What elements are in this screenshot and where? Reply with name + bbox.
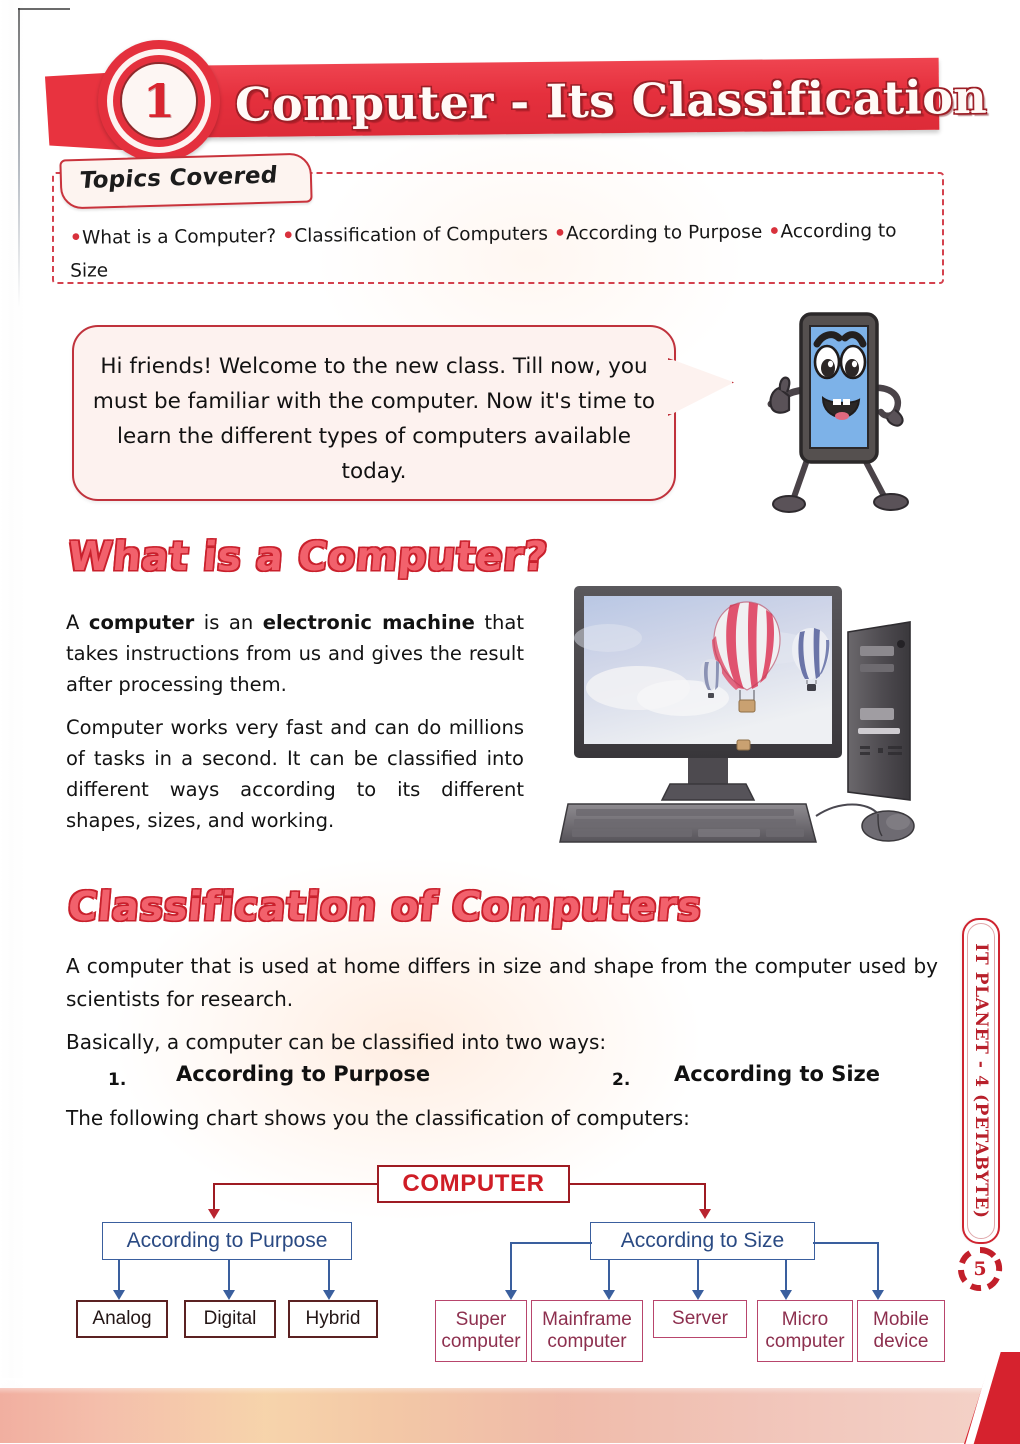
page-bottom-band [0, 1388, 1020, 1443]
page-bottom-fade [0, 1378, 1020, 1394]
scan-corner-mark-vertical [18, 8, 20, 308]
chart-line-root-right-drop [704, 1183, 707, 1211]
bullet-dot-icon: • [553, 222, 567, 245]
desktop-computer-image [548, 578, 948, 853]
chart-node-mobile-device: Mobile device [857, 1300, 945, 1362]
list-item-according-to-purpose: According to Purpose [176, 1062, 431, 1086]
chart-node-micro-line1: Micro [781, 1309, 829, 1330]
chart-arrow-to-purpose [208, 1209, 220, 1219]
chart-line-analog [118, 1260, 120, 1292]
chart-arrow-mobile [872, 1290, 884, 1300]
paragraph-computer-speed: Computer works very fast and can do mill… [66, 716, 524, 832]
chart-arrow-server [692, 1290, 704, 1300]
p1-part-a: A [66, 611, 89, 634]
chart-node-mobile-line2: device [873, 1331, 929, 1352]
chart-line-server [697, 1260, 699, 1292]
textbook-page: Computer - Its Classification 1 Topics C… [0, 0, 1020, 1444]
chart-arrow-mainframe [603, 1290, 615, 1300]
chart-line-mainframe [608, 1260, 610, 1292]
chart-node-mobile-line1: Mobile [873, 1309, 929, 1330]
chart-arrow-super [505, 1290, 517, 1300]
tablet-mascot-character [745, 300, 935, 515]
classification-flowchart: COMPUTER According to Purpose According … [60, 1150, 950, 1365]
chart-node-computer: COMPUTER [377, 1165, 570, 1203]
chart-line-mobile-drop [877, 1242, 879, 1292]
list-item-according-to-size: According to Size [674, 1062, 881, 1086]
p1-bold-computer: computer [88, 611, 195, 634]
paragraph-chart-intro: The following chart shows you the classi… [66, 1106, 690, 1130]
scan-corner-mark-horizontal [18, 8, 70, 10]
page-number: 5 [973, 1258, 987, 1280]
book-title-label: IT PLANET - 4 (PETABYTE) [971, 943, 991, 1219]
bullet-dot-icon: • [768, 220, 781, 243]
chart-node-super-computer: Super computer [435, 1300, 527, 1362]
topic-item-0: What is a Computer? [81, 225, 277, 249]
chart-node-super-line1: Super [455, 1309, 507, 1330]
chapter-number: 1 [142, 74, 175, 128]
chart-node-hybrid: Hybrid [288, 1300, 378, 1338]
chart-arrow-micro [780, 1290, 792, 1300]
chart-node-super-line2: computer [441, 1331, 521, 1352]
speech-bubble-tail [668, 358, 734, 416]
bullet-dot-icon: • [282, 224, 295, 247]
topic-item-2: According to Purpose [565, 221, 763, 245]
chart-node-micro-computer: Micro computer [757, 1300, 853, 1362]
page-left-edge [0, 0, 26, 1443]
chart-node-mainframe-line1: Mainframe [542, 1309, 632, 1330]
chart-node-mainframe-line2: computer [547, 1331, 627, 1352]
paragraph-computer-definition: A computer is an electronic machine that… [66, 607, 524, 700]
chart-line-root-left [213, 1183, 379, 1186]
paragraph-classification-intro: A computer that is used at home differs … [66, 954, 938, 1011]
chart-node-digital: Digital [184, 1300, 276, 1338]
mascot-speech-text: Hi friends! Welcome to the new class. Ti… [92, 354, 656, 484]
chart-node-analog: Analog [76, 1300, 168, 1338]
chart-line-size-bus-left [510, 1242, 592, 1244]
p1-bold-electronic-machine: electronic machine [262, 611, 475, 634]
mascot-speech-bubble: Hi friends! Welcome to the new class. Ti… [72, 325, 676, 501]
chart-node-micro-line2: computer [765, 1331, 845, 1352]
chart-line-size-bus-right [813, 1242, 879, 1244]
chart-arrow-analog [113, 1290, 125, 1300]
paragraph-two-ways: Basically, a computer can be classified … [66, 1030, 607, 1054]
topics-covered-label: Topics Covered [78, 162, 279, 195]
bullet-dot-icon: • [69, 226, 83, 249]
topic-item-1: Classification of Computers [294, 223, 549, 247]
chart-line-digital [228, 1260, 230, 1292]
chart-arrow-digital [223, 1290, 235, 1300]
topics-covered-list: •What is a Computer? •Classification of C… [70, 214, 921, 287]
chart-node-according-to-size: According to Size [590, 1222, 815, 1260]
desktop-computer-icon [559, 586, 915, 843]
topics-covered-tab: Topics Covered [59, 152, 313, 210]
classification-ways-list: 1. According to Purpose 2. According to … [66, 1062, 946, 1096]
book-side-tab: IT PLANET - 4 (PETABYTE) [962, 918, 1000, 1244]
chart-node-according-to-purpose: According to Purpose [102, 1222, 352, 1260]
chart-arrow-to-size [699, 1209, 711, 1219]
p1-part-c: is an [194, 611, 263, 634]
chapter-number-badge: 1 [98, 40, 220, 162]
chart-line-root-right [570, 1183, 706, 1186]
heading-classification-of-computers: Classification of Computers [65, 884, 704, 930]
chart-line-micro [785, 1260, 787, 1292]
heading-what-is-a-computer: What is a Computer? [65, 534, 550, 580]
chart-node-mainframe-computer: Mainframe computer [531, 1300, 643, 1362]
list-number-2: 2. [612, 1070, 631, 1090]
chart-line-hybrid [328, 1260, 330, 1292]
page-number-badge: 5 [956, 1245, 1004, 1293]
chapter-title: Computer - Its Classification [234, 69, 988, 132]
tablet-mascot-icon [767, 312, 909, 513]
speech-bubble-tail-mask [664, 360, 674, 410]
chart-line-super-drop [510, 1242, 512, 1292]
chart-arrow-hybrid [323, 1290, 335, 1300]
chart-line-root-left-drop [213, 1183, 216, 1211]
chart-node-server: Server [653, 1300, 747, 1338]
list-number-1: 1. [108, 1070, 127, 1090]
topics-covered-box: Topics Covered •What is a Computer? •Clas… [52, 152, 944, 287]
